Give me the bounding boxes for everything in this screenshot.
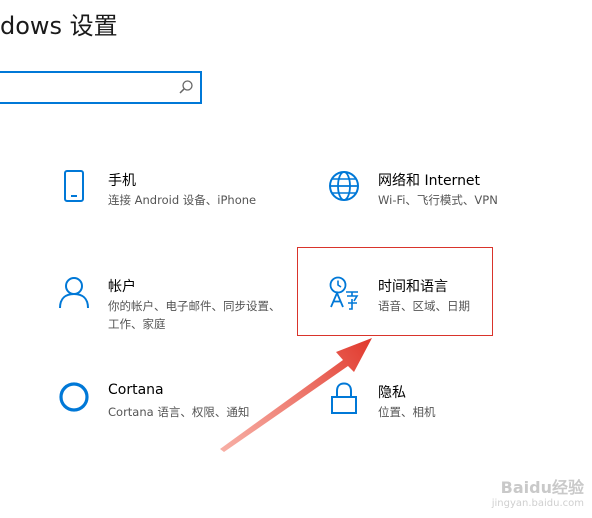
tile-network-title: 网络和 Internet (378, 173, 481, 189)
lock-icon (331, 382, 357, 414)
cortana-icon (59, 382, 89, 412)
search-input[interactable] (6, 77, 166, 97)
tile-phone-subtitle: 连接 Android 设备、iPhone (108, 193, 257, 207)
tile-privacy-title: 隐私 (378, 385, 406, 401)
person-icon (59, 277, 89, 309)
phone-icon (64, 170, 84, 202)
tile-privacy-subtitle: 位置、相机 (378, 405, 436, 419)
globe-icon (329, 171, 359, 201)
tile-accounts-subtitle: 你的帐户、电子邮件、同步设置、工作、家庭 (108, 299, 281, 331)
tile-cortana[interactable]: Cortana Cortana 语言、权限、通知 (58, 382, 298, 442)
tile-network[interactable]: 网络和 Internet Wi-Fi、飞行模式、VPN (328, 170, 568, 230)
tile-cortana-title: Cortana (108, 382, 164, 398)
tile-privacy[interactable]: 隐私 位置、相机 (328, 382, 568, 442)
tile-phone-title: 手机 (108, 173, 136, 189)
search-icon[interactable] (178, 79, 194, 95)
watermark-text: Baidu经验 (500, 478, 584, 497)
page-title: dows 设置 (0, 12, 118, 40)
search-box[interactable] (0, 71, 202, 104)
highlight-box (297, 247, 493, 336)
tile-cortana-subtitle: Cortana 语言、权限、通知 (108, 405, 250, 419)
tile-network-subtitle: Wi-Fi、飞行模式、VPN (378, 193, 498, 207)
watermark: Baidu经验 jingyan.baidu.com (492, 480, 584, 512)
tile-phone[interactable]: 手机 连接 Android 设备、iPhone (58, 170, 298, 230)
tile-accounts[interactable]: 帐户 你的帐户、电子邮件、同步设置、工作、家庭 (58, 276, 298, 336)
tile-accounts-title: 帐户 (108, 279, 136, 295)
watermark-subtext: jingyan.baidu.com (491, 498, 584, 509)
